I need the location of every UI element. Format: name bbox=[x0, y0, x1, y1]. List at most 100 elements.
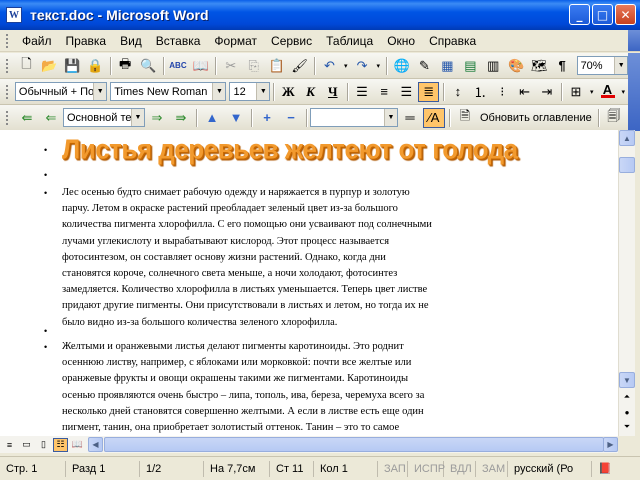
show-hide-icon[interactable]: ¶ bbox=[552, 56, 573, 76]
update-toc-icon[interactable]: 🗎 bbox=[454, 108, 476, 128]
web-layout-icon[interactable]: ▭ bbox=[19, 438, 34, 452]
decrease-indent-icon[interactable]: ⇤ bbox=[514, 82, 534, 102]
chevron-down-icon[interactable]: ▼ bbox=[212, 83, 226, 100]
zoom-select[interactable]: 70% ▼ bbox=[576, 56, 629, 75]
word-app-icon[interactable]: W bbox=[6, 7, 22, 23]
paste-icon[interactable]: 📋 bbox=[266, 56, 287, 76]
toolbar-grip[interactable] bbox=[6, 84, 9, 99]
cut-icon[interactable]: ✂ bbox=[220, 56, 241, 76]
style-select[interactable]: Обычный + По ц ▼ bbox=[14, 82, 108, 101]
chevron-down-icon[interactable]: ▼ bbox=[384, 109, 397, 126]
align-center-icon[interactable]: ≡ bbox=[374, 82, 394, 102]
show-formatting-icon[interactable]: ⁄A bbox=[423, 107, 445, 128]
horizontal-scrollbar[interactable]: ◀ ▶ bbox=[88, 437, 618, 452]
menu-insert[interactable]: Вставка bbox=[149, 32, 208, 50]
insert-excel-icon[interactable]: ▤ bbox=[460, 56, 481, 76]
outline-bullet[interactable]: • bbox=[44, 188, 52, 198]
spelling-icon[interactable]: ABC bbox=[167, 56, 188, 76]
normal-view-icon[interactable]: ≡ bbox=[2, 438, 17, 452]
reading-layout-icon[interactable]: 📖 bbox=[70, 438, 85, 452]
font-select[interactable]: Times New Roman ▼ bbox=[110, 82, 227, 101]
menu-file[interactable]: Файл bbox=[15, 32, 59, 50]
horizontal-scroll-thumb[interactable] bbox=[104, 437, 604, 452]
title-bar[interactable]: W текст.doc - Microsoft Word _ □ ✕ bbox=[0, 0, 640, 30]
permission-icon[interactable]: 🔒 bbox=[85, 56, 106, 76]
drawing-icon[interactable]: 🎨 bbox=[506, 56, 527, 76]
font-color-icon[interactable]: А bbox=[597, 82, 617, 102]
menu-window[interactable]: Окно bbox=[380, 32, 422, 50]
status-pages[interactable]: 1/2 bbox=[140, 460, 204, 477]
body-paragraph-2[interactable]: Желтыми и оранжевыми листья делают пигме… bbox=[62, 339, 432, 436]
print-layout-icon[interactable]: ▯ bbox=[36, 438, 51, 452]
status-page[interactable]: Стр. 1 bbox=[0, 460, 66, 477]
scroll-thumb[interactable] bbox=[619, 157, 635, 173]
demote-icon[interactable]: ⇒ bbox=[146, 108, 168, 128]
previous-page-icon[interactable]: ⏶ bbox=[619, 390, 635, 404]
update-toc-button[interactable]: Обновить оглавление bbox=[477, 112, 595, 124]
underline-button[interactable]: Ч bbox=[323, 82, 343, 102]
save-icon[interactable]: 💾 bbox=[62, 56, 83, 76]
chevron-down-icon[interactable]: ▼ bbox=[614, 57, 628, 74]
scroll-up-button[interactable]: ▲ bbox=[619, 130, 635, 146]
toolbar-grip[interactable] bbox=[6, 33, 9, 48]
menu-edit[interactable]: Правка bbox=[59, 32, 114, 50]
columns-icon[interactable]: ▥ bbox=[483, 56, 504, 76]
menu-tools[interactable]: Сервис bbox=[264, 32, 319, 50]
toolbar-grip[interactable] bbox=[6, 110, 9, 125]
document-area[interactable]: Листья деревьев желтеют от голода • • • … bbox=[0, 130, 618, 436]
research-icon[interactable]: 📖 bbox=[190, 56, 211, 76]
status-line[interactable]: Ст 11 bbox=[270, 460, 314, 477]
minimize-button[interactable]: _ bbox=[569, 4, 590, 25]
status-extend[interactable]: ВДЛ bbox=[444, 460, 476, 477]
vertical-scrollbar[interactable]: ▲ ▼ ⏶ ● ⏷ bbox=[618, 130, 635, 436]
copy-icon[interactable]: ⎘ bbox=[243, 56, 264, 76]
bold-button[interactable]: Ж bbox=[278, 82, 298, 102]
align-right-icon[interactable]: ☰ bbox=[396, 82, 416, 102]
borders-dropdown-icon[interactable]: ▾ bbox=[588, 82, 595, 102]
chevron-down-icon[interactable]: ▼ bbox=[131, 109, 144, 126]
borders-icon[interactable]: ⊞ bbox=[566, 82, 586, 102]
outline-bullet[interactable]: • bbox=[44, 170, 52, 180]
expand-button[interactable]: + bbox=[256, 108, 278, 128]
scroll-down-button[interactable]: ▼ bbox=[619, 372, 635, 388]
outline-bullet[interactable]: • bbox=[44, 145, 52, 155]
menu-help[interactable]: Справка bbox=[422, 32, 483, 50]
promote-icon[interactable]: ⇐ bbox=[40, 108, 62, 128]
outline-bullet[interactable]: • bbox=[44, 342, 52, 352]
promote-to-heading1-icon[interactable]: ⇚ bbox=[16, 108, 38, 128]
scroll-right-button[interactable]: ▶ bbox=[603, 437, 618, 452]
new-document-icon[interactable]: 🗋 bbox=[16, 56, 37, 76]
print-icon[interactable]: 🖶 bbox=[115, 56, 136, 76]
chevron-down-icon[interactable]: ▼ bbox=[256, 83, 270, 100]
status-column[interactable]: Кол 1 bbox=[314, 460, 378, 477]
select-browse-object-icon[interactable]: ● bbox=[619, 405, 635, 419]
maximize-button[interactable]: □ bbox=[592, 4, 613, 25]
increase-indent-icon[interactable]: ⇥ bbox=[537, 82, 557, 102]
body-paragraph-1[interactable]: Лес осенью будто снимает рабочую одежду … bbox=[62, 185, 432, 331]
spelling-status-icon[interactable]: 📕 bbox=[592, 461, 618, 477]
menu-view[interactable]: Вид bbox=[113, 32, 149, 50]
scroll-left-button[interactable]: ◀ bbox=[88, 437, 103, 452]
document-heading[interactable]: Листья деревьев желтеют от голода bbox=[62, 133, 518, 166]
collapse-button[interactable]: − bbox=[280, 108, 302, 128]
status-overtype[interactable]: ЗАМ bbox=[476, 460, 508, 477]
insert-table-icon[interactable]: ▦ bbox=[437, 56, 458, 76]
show-first-line-icon[interactable]: ═ bbox=[399, 108, 421, 128]
menu-table[interactable]: Таблица bbox=[319, 32, 380, 50]
status-at[interactable]: На 7,7см bbox=[204, 460, 270, 477]
line-spacing-icon[interactable]: ↕ bbox=[448, 82, 468, 102]
chevron-down-icon[interactable]: ▼ bbox=[93, 83, 107, 100]
menu-format[interactable]: Формат bbox=[207, 32, 264, 50]
demote-to-body-icon[interactable]: ⇛ bbox=[170, 108, 192, 128]
next-page-icon[interactable]: ⏷ bbox=[619, 420, 635, 434]
status-track-changes[interactable]: ИСПР bbox=[408, 460, 445, 477]
print-preview-icon[interactable]: 🔍 bbox=[138, 56, 159, 76]
open-folder-icon[interactable]: 📂 bbox=[39, 56, 60, 76]
format-painter-icon[interactable]: 🖌 bbox=[289, 56, 310, 76]
font-color-dropdown-icon[interactable]: ▾ bbox=[620, 82, 627, 102]
bullets-icon[interactable]: ⁝ bbox=[492, 82, 512, 102]
redo-icon[interactable]: ↷ bbox=[352, 56, 373, 76]
status-section[interactable]: Разд 1 bbox=[66, 460, 140, 477]
go-to-toc-icon[interactable]: 🗐 bbox=[603, 108, 625, 128]
redo-dropdown-icon[interactable]: ▾ bbox=[375, 56, 383, 76]
